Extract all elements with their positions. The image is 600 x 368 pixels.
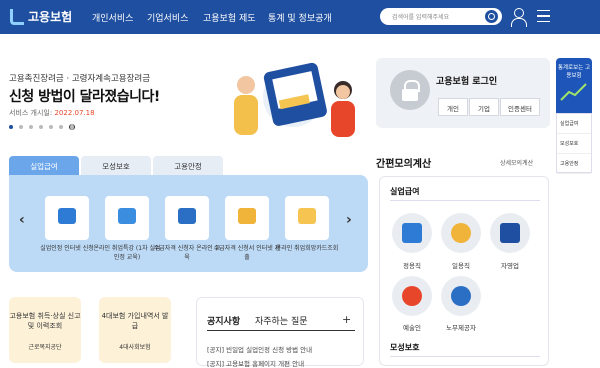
next-arrow-icon[interactable]: › [346,212,352,228]
logo-icon [10,8,24,25]
palette-icon[interactable] [392,276,432,316]
calc-more-link[interactable]: 상세모의계산 [500,158,533,167]
calc-label: 자영업 [501,262,519,270]
site-logo[interactable]: 고용보험 [10,8,72,25]
prev-arrow-icon[interactable]: ‹ [19,212,25,228]
login-title: 고용보험 로그인 [436,77,498,87]
tab-faq[interactable]: 자주하는 질문 [255,314,308,327]
calc-title: 간편모의계산 [376,159,432,170]
nav-system[interactable]: 고용보험 제도 [203,11,256,24]
service-item[interactable] [285,196,329,240]
lock-icon [390,70,430,110]
card-insurance-certificate[interactable]: 4대보험 가입내역서 발급 4대사회보험 [99,297,171,363]
hero-date: 서비스 개시일: 2022.07.18 [9,109,95,117]
notice-row[interactable]: [공지] 빈일업 실업인정 신청 방법 안내 [207,344,312,354]
calc-label: 노무제공자 [446,324,476,332]
search-icon[interactable] [485,10,498,23]
side-link-maternity[interactable]: 모성보호 [557,134,591,154]
chart-icon [560,83,587,101]
calc-panel [379,176,549,366]
more-plus-icon[interactable]: + [342,313,351,326]
hero-title[interactable]: 신청 방법이 달라졌습니다! [9,86,160,106]
clock-icon[interactable] [441,213,481,253]
tab-maternity[interactable]: 모성보호 [81,156,151,175]
nav-personal[interactable]: 개인서비스 [92,11,133,24]
service-label: 온라인 취업희망카드조회 [275,245,339,252]
tab-unemployment[interactable]: 실업급여 [9,156,79,175]
helmet-icon[interactable] [441,276,481,316]
login-business-button[interactable]: 기업 [469,98,499,116]
hero-illustration [234,62,355,137]
stats-banner[interactable]: 통계로보는 고용보험 [556,58,592,113]
hero-subtitle: 고용촉진장려금 · 고령자계속고용장려금 [9,74,151,84]
calc-section-title-2: 모성보호 [390,343,420,352]
service-item[interactable] [225,196,269,240]
side-link-employment[interactable]: 고용안정 [557,154,591,174]
user-icon[interactable] [511,8,527,27]
login-personal-button[interactable]: 개인 [438,98,468,116]
menu-icon[interactable] [537,10,550,22]
search-input[interactable]: 검색어를 입력해주세요 [380,8,502,25]
notice-row[interactable]: [공지] 고용보험 홈페이지 개편 안내 [207,358,304,368]
nav-stats[interactable]: 통계 및 정보공개 [268,11,332,24]
login-panel: 고용보험 로그인 개인 기업 인증센터 [376,58,550,128]
tab-employment[interactable]: 고용안정 [153,156,223,175]
service-tabs: 실업급여 모성보호 고용안정 [9,156,225,175]
pause-icon [69,124,75,130]
calc-label: 정용직 [403,262,421,270]
side-link-unemployment[interactable]: 실업급여 [557,114,591,134]
side-quick-links: 실업급여 모성보호 고용안정 [556,113,592,174]
tab-notice[interactable]: 공지사항 [207,314,240,327]
nav-business[interactable]: 기업서비스 [147,11,188,24]
calc-section-title: 실업급여 [390,187,420,196]
service-item[interactable] [105,196,149,240]
service-item[interactable] [165,196,209,240]
shop-icon[interactable] [490,213,530,253]
login-cert-button[interactable]: 인증센터 [500,98,540,116]
calc-label: 예술인 [403,324,421,332]
top-header: 고용보험 개인서비스 기업서비스 고용보험 제도 통계 및 정보공개 검색어를 … [0,0,600,34]
card-insurance-report[interactable]: 고용보험 취득·상실 신고 및 이력조회 근로복지공단 [9,297,81,363]
notice-panel [196,297,364,366]
carousel-dots[interactable] [9,124,75,130]
service-item[interactable] [45,196,89,240]
calc-label: 일용직 [452,262,470,270]
calendar-icon[interactable] [392,213,432,253]
